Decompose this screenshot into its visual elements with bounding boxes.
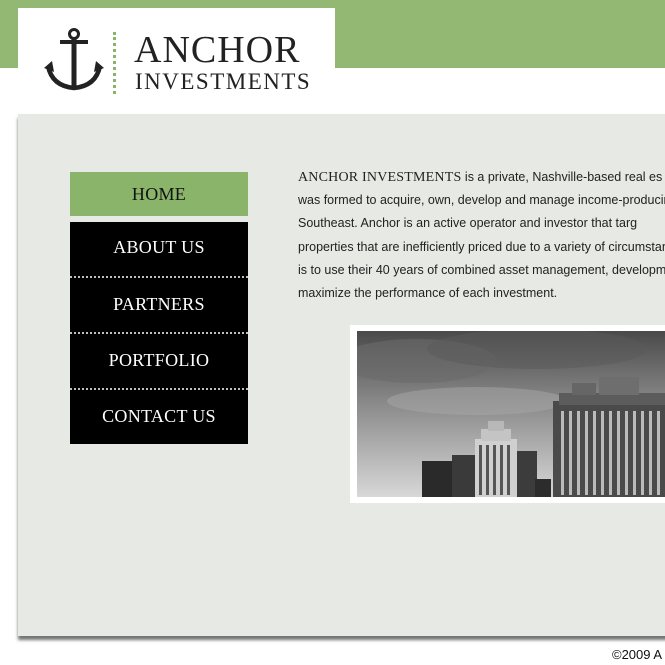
nav-partners[interactable]: PARTNERS [70, 276, 248, 332]
nav-contact-us[interactable]: CONTACT US [70, 388, 248, 444]
anchor-icon [44, 28, 104, 91]
nav-portfolio[interactable]: PORTFOLIO [70, 332, 248, 388]
intro-line: is to use their 40 years of combined ass… [298, 262, 665, 277]
main-nav: HOME ABOUT US PARTNERS PORTFOLIO CONTACT… [70, 172, 248, 444]
brand-subtitle: INVESTMENTS [135, 69, 312, 94]
company-name: ANCHOR INVESTMENTS [298, 170, 462, 185]
city-skyline-photo [357, 331, 665, 497]
copyright: ©2009 A [612, 647, 663, 662]
brand-name: ANCHOR [134, 29, 301, 71]
intro-line: Southeast. Anchor is an active operator … [298, 216, 638, 231]
logo-divider [113, 32, 116, 94]
intro-line: maximize the performance of each investm… [298, 286, 558, 301]
nav-home[interactable]: HOME [70, 172, 248, 216]
intro-line: was formed to acquire, own, develop and … [298, 193, 665, 208]
intro-line: properties that are inefficiently priced… [298, 239, 665, 254]
nav-about-us[interactable]: ABOUT US [70, 228, 248, 276]
nav-secondary-group: ABOUT US PARTNERS PORTFOLIO CONTACT US [70, 222, 248, 444]
intro-line: is a private, Nashville-based real es [461, 170, 663, 184]
intro-text: ANCHOR INVESTMENTS is a private, Nashvil… [298, 166, 665, 305]
